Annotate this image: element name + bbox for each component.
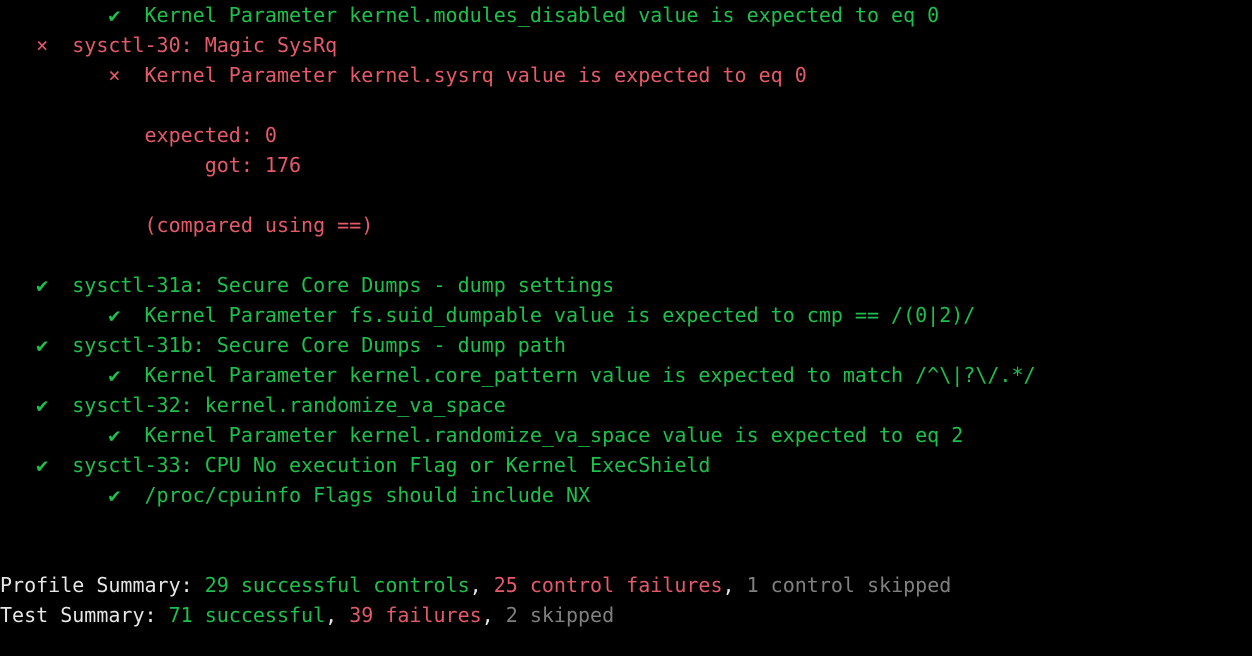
summary-skipped: 2 skipped [506, 603, 614, 627]
output-line: × sysctl-30: Magic SysRq [0, 30, 1252, 60]
status-mark: × [36, 33, 48, 57]
summary-success: 71 successful [169, 603, 326, 627]
output-line: × Kernel Parameter kernel.sysrq value is… [0, 60, 1252, 90]
output-line: ✔ Kernel Parameter kernel.modules_disabl… [0, 0, 1252, 30]
terminal-output: ✔ Kernel Parameter kernel.modules_disabl… [0, 0, 1252, 630]
status-mark: ✔ [36, 453, 48, 477]
summary-label: Test Summary: [0, 603, 169, 627]
output-line: ✔ /proc/cpuinfo Flags should include NX [0, 480, 1252, 510]
line-text: Kernel Parameter kernel.randomize_va_spa… [145, 423, 964, 447]
line-text: Kernel Parameter kernel.modules_disabled… [145, 3, 940, 27]
status-mark: ✔ [36, 273, 48, 297]
output-line: ✔ sysctl-31a: Secure Core Dumps - dump s… [0, 270, 1252, 300]
output-line: ✔ sysctl-31b: Secure Core Dumps - dump p… [0, 330, 1252, 360]
output-line: got: 176 [0, 150, 1252, 180]
status-mark: ✔ [108, 483, 120, 507]
status-mark: × [108, 63, 120, 87]
status-mark: ✔ [108, 423, 120, 447]
output-line: ✔ sysctl-32: kernel.randomize_va_space [0, 390, 1252, 420]
output-line: ✔ Kernel Parameter fs.suid_dumpable valu… [0, 300, 1252, 330]
status-mark: ✔ [36, 333, 48, 357]
status-mark: ✔ [108, 303, 120, 327]
test-summary: Test Summary: 71 successful, 39 failures… [0, 600, 1252, 630]
summary-failures: 39 failures [349, 603, 481, 627]
profile-summary: Profile Summary: 29 successful controls,… [0, 570, 1252, 600]
output-line [0, 90, 1252, 120]
line-text: (compared using ==) [145, 213, 374, 237]
output-line: ✔ Kernel Parameter kernel.core_pattern v… [0, 360, 1252, 390]
summary-success: 29 successful controls [205, 573, 470, 597]
line-text: Kernel Parameter fs.suid_dumpable value … [145, 303, 976, 327]
line-text: sysctl-32: kernel.randomize_va_space [72, 393, 505, 417]
line-text: expected: 0 [145, 123, 277, 147]
output-line: expected: 0 [0, 120, 1252, 150]
line-text: sysctl-31b: Secure Core Dumps - dump pat… [72, 333, 566, 357]
output-line [0, 540, 1252, 570]
line-text: Kernel Parameter kernel.core_pattern val… [145, 363, 1036, 387]
line-text: sysctl-31a: Secure Core Dumps - dump set… [72, 273, 614, 297]
status-mark: ✔ [108, 363, 120, 387]
output-line: (compared using ==) [0, 210, 1252, 240]
line-text: got: 176 [145, 153, 302, 177]
output-line [0, 510, 1252, 540]
line-text: sysctl-30: Magic SysRq [72, 33, 337, 57]
summary-skipped: 1 control skipped [747, 573, 952, 597]
output-line: ✔ Kernel Parameter kernel.randomize_va_s… [0, 420, 1252, 450]
output-line [0, 240, 1252, 270]
line-text: sysctl-33: CPU No execution Flag or Kern… [72, 453, 710, 477]
output-line: ✔ sysctl-33: CPU No execution Flag or Ke… [0, 450, 1252, 480]
status-mark: ✔ [36, 393, 48, 417]
status-mark: ✔ [108, 3, 120, 27]
line-text: /proc/cpuinfo Flags should include NX [145, 483, 591, 507]
summary-failures: 25 control failures [494, 573, 723, 597]
line-text: Kernel Parameter kernel.sysrq value is e… [145, 63, 807, 87]
summary-label: Profile Summary: [0, 573, 205, 597]
output-line [0, 180, 1252, 210]
